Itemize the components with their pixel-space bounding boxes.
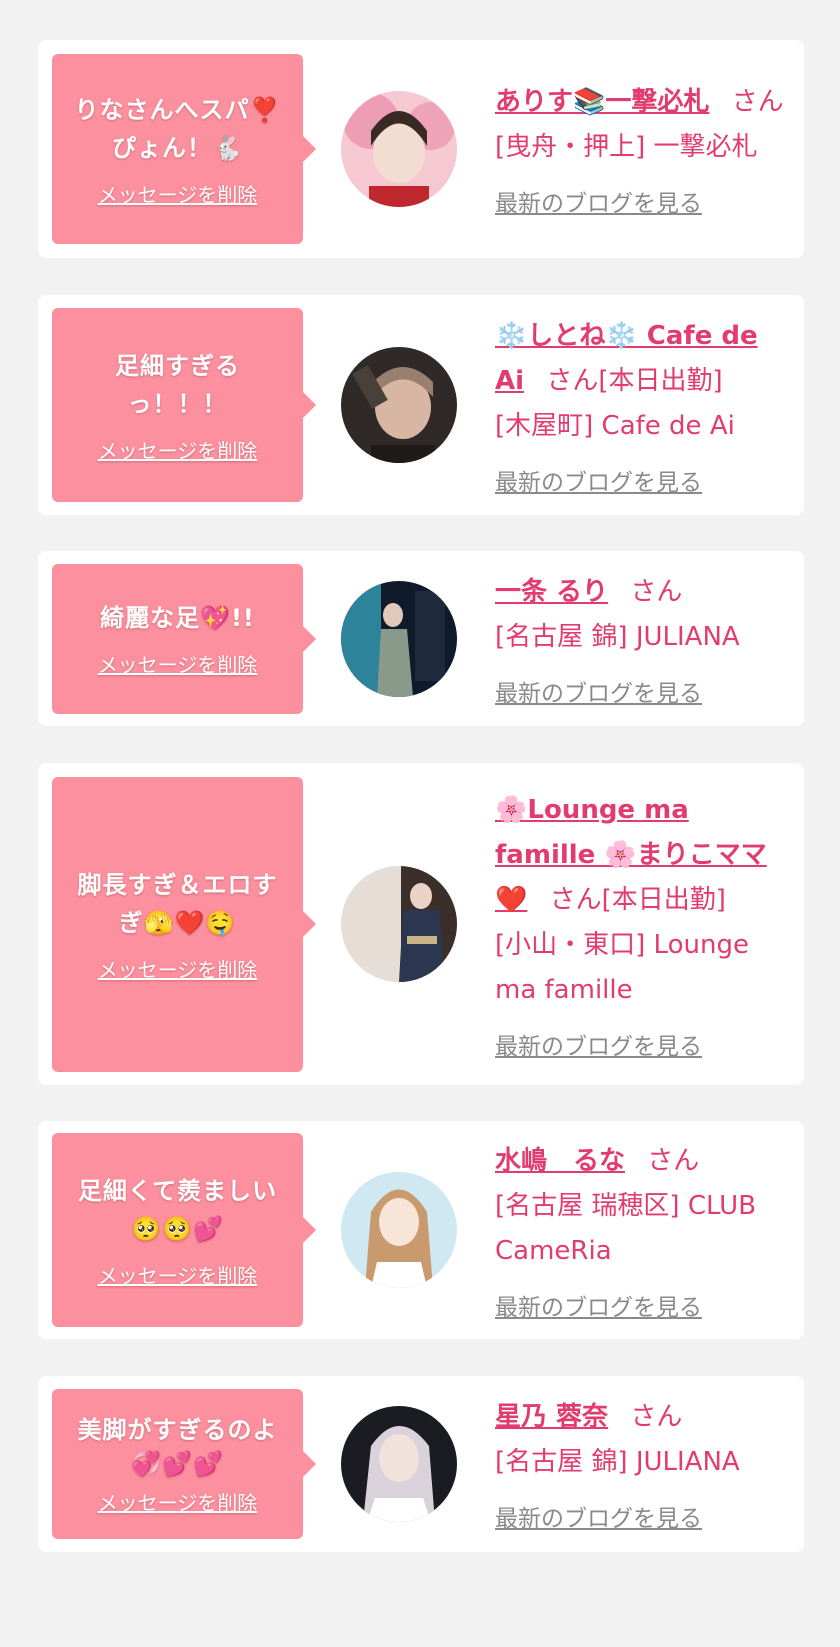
honorific: さん (731, 87, 784, 117)
message-bubble-wrap: 脚長すぎ＆エロすぎ🫣❤️🤤 メッセージを削除 (52, 763, 316, 1085)
shop-info: [名古屋 錦] JULIANA (495, 621, 740, 652)
avatar[interactable] (341, 866, 457, 982)
message-card: 足細くて羨ましい🥺🥺💕 メッセージを削除 水嶋 るな さん [名古屋 瑞穂区] … (38, 1121, 804, 1339)
message-card: りなさんへスパ❣️ぴょん！🐇 メッセージを削除 ありす📚一撃必札 さん [曳舟・… (38, 40, 804, 258)
honorific: さん (549, 884, 602, 915)
cast-name-line: 星乃 蓉奈 さん (495, 1395, 790, 1440)
latest-blog-link[interactable]: 最新のブログを見る (495, 1027, 702, 1061)
avatar[interactable] (341, 347, 457, 463)
avatar[interactable] (341, 1172, 457, 1288)
cast-name-line: ❄️しとね❄️ Cafe de Ai さん[本日出勤] (495, 314, 790, 404)
latest-blog-link[interactable]: 最新のブログを見る (495, 1499, 702, 1533)
delete-message-link[interactable]: メッセージを削除 (98, 1260, 258, 1289)
cast-name-link[interactable]: ありす📚一撃必札 (495, 87, 709, 117)
cast-name-link[interactable]: 星乃 蓉奈 (495, 1402, 608, 1432)
latest-blog-link[interactable]: 最新のブログを見る (495, 184, 702, 218)
delete-message-link[interactable]: メッセージを削除 (98, 954, 258, 983)
honorific: さん (630, 1402, 683, 1432)
shop-info: [小山・東口] Lounge ma famille (495, 929, 749, 1005)
message-bubble-wrap: 綺麗な足💖!! メッセージを削除 (52, 551, 316, 726)
message-text: 足細くて羨ましい🥺🥺💕 (77, 1176, 278, 1243)
cast-name-line: ありす📚一撃必札 さん (495, 80, 790, 125)
honorific: さん (630, 576, 683, 607)
latest-blog-link[interactable]: 最新のブログを見る (495, 674, 702, 708)
cast-name-line: 水嶋 るな さん (495, 1139, 790, 1184)
message-bubble: 美脚がすぎるのよ💞💕💕 メッセージを削除 (52, 1389, 316, 1539)
message-bubble: 足細くて羨ましい🥺🥺💕 メッセージを削除 (52, 1133, 316, 1327)
shop-info: [木屋町] Cafe de Ai (495, 410, 735, 441)
message-bubble: 足細すぎるっ！！！ メッセージを削除 (52, 308, 316, 502)
shop-info: [曳舟・押上] 一撃必札 (495, 132, 758, 162)
message-bubble-wrap: 足細すぎるっ！！！ メッセージを削除 (52, 295, 316, 515)
status-label: [本日出勤] (601, 884, 726, 915)
message-card: 足細すぎるっ！！！ メッセージを削除 ❄️しとね❄️ Cafe de Ai さん… (38, 295, 804, 515)
cast-info: ありす📚一撃必札 さん [曳舟・押上] 一撃必札 最新のブログを見る (495, 66, 804, 232)
message-card: 脚長すぎ＆エロすぎ🫣❤️🤤 メッセージを削除 🌸Lounge ma famill… (38, 763, 804, 1085)
message-list-page: りなさんへスパ❣️ぴょん！🐇 メッセージを削除 ありす📚一撃必札 さん [曳舟・… (0, 0, 840, 1647)
avatar[interactable] (341, 580, 457, 697)
cast-info: ❄️しとね❄️ Cafe de Ai さん[本日出勤] [木屋町] Cafe d… (495, 300, 804, 511)
message-bubble-wrap: 足細くて羨ましい🥺🥺💕 メッセージを削除 (52, 1121, 316, 1339)
shop-info: [名古屋 瑞穂区] CLUB CameRia (495, 1190, 757, 1266)
avatar[interactable] (341, 91, 457, 207)
status-label: [本日出勤] (598, 365, 723, 396)
cast-info: 🌸Lounge ma famille 🌸まりこママ❤️ さん[本日出勤] [小山… (495, 774, 804, 1075)
message-card: 綺麗な足💖!! メッセージを削除 一条 るり さん [名古屋 錦] JULIAN… (38, 551, 804, 726)
message-card: 美脚がすぎるのよ💞💕💕 メッセージを削除 星乃 蓉奈 さん [名古屋 錦] JU… (38, 1376, 804, 1552)
cast-info: 水嶋 るな さん [名古屋 瑞穂区] CLUB CameRia 最新のブログを見… (495, 1125, 804, 1336)
cast-info: 星乃 蓉奈 さん [名古屋 錦] JULIANA 最新のブログを見る (495, 1381, 804, 1547)
message-bubble: りなさんへスパ❣️ぴょん！🐇 メッセージを削除 (52, 54, 316, 244)
message-bubble: 綺麗な足💖!! メッセージを削除 (52, 563, 316, 714)
message-text: 綺麗な足💖!! (100, 604, 255, 632)
message-bubble-wrap: りなさんへスパ❣️ぴょん！🐇 メッセージを削除 (52, 40, 316, 258)
cast-info: 一条 るり さん [名古屋 錦] JULIANA 最新のブログを見る (495, 556, 804, 722)
latest-blog-link[interactable]: 最新のブログを見る (495, 1288, 702, 1322)
message-text: りなさんへスパ❣️ぴょん！🐇 (74, 95, 281, 162)
cast-name-line: 一条 るり さん (495, 570, 790, 615)
latest-blog-link[interactable]: 最新のブログを見る (495, 463, 702, 497)
message-bubble-wrap: 美脚がすぎるのよ💞💕💕 メッセージを削除 (52, 1376, 316, 1552)
message-bubble: 脚長すぎ＆エロすぎ🫣❤️🤤 メッセージを削除 (52, 776, 316, 1072)
message-text: 美脚がすぎるのよ💞💕💕 (77, 1415, 278, 1478)
delete-message-link[interactable]: メッセージを削除 (98, 649, 258, 678)
shop-info: [名古屋 錦] JULIANA (495, 1447, 740, 1477)
honorific: さん (647, 1145, 700, 1176)
avatar[interactable] (341, 1406, 457, 1522)
cast-name-link[interactable]: 水嶋 るな (495, 1146, 625, 1176)
delete-message-link[interactable]: メッセージを削除 (98, 435, 258, 464)
honorific: さん (546, 365, 599, 396)
delete-message-link[interactable]: メッセージを削除 (98, 179, 258, 208)
message-text: 足細すぎるっ！！！ (115, 351, 240, 418)
cast-name-line: 🌸Lounge ma famille 🌸まりこママ❤️ さん[本日出勤] (495, 788, 790, 923)
cast-name-link[interactable]: 一条 るり (495, 577, 608, 607)
message-text: 脚長すぎ＆エロすぎ🫣❤️🤤 (77, 870, 278, 937)
delete-message-link[interactable]: メッセージを削除 (98, 1487, 258, 1516)
